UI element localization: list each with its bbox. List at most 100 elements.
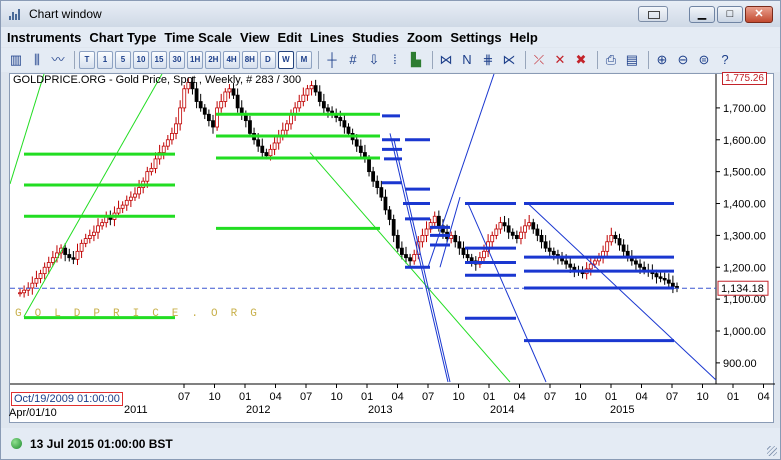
status-timestamp: 13 Jul 2015 01:00:00 BST	[30, 436, 173, 451]
timeframe-5-button[interactable]: 5	[115, 51, 131, 69]
menu-time-scale[interactable]: Time Scale	[164, 30, 232, 45]
candle-body	[494, 228, 499, 236]
fibonacci-icon[interactable]: ⁞	[386, 51, 404, 69]
candle-body	[519, 231, 523, 239]
channel-tool-icon[interactable]: N	[458, 51, 476, 69]
delete-all-icon[interactable]: ✖	[572, 51, 590, 69]
x-year-label: 2012	[246, 404, 270, 416]
candle-body	[260, 145, 265, 153]
crosshair-icon[interactable]: ┼	[323, 51, 341, 69]
candle-body	[75, 250, 80, 260]
candle-body	[379, 187, 384, 198]
x-tick-label: 01	[361, 391, 373, 403]
timeframe-15-button[interactable]: 15	[151, 51, 167, 69]
green-trend-line	[10, 74, 45, 185]
help-icon[interactable]: ?	[716, 51, 734, 69]
cursor-date-label: Oct/19/2009 01:00:00	[11, 392, 123, 406]
close-button[interactable]: ✕	[745, 6, 773, 23]
menu-view[interactable]: View	[240, 30, 269, 45]
resize-grip-icon[interactable]	[767, 446, 777, 456]
print-preview-icon[interactable]: ▤	[623, 51, 641, 69]
menu-zoom[interactable]: Zoom	[407, 30, 442, 45]
delete-icon[interactable]: ✕	[551, 51, 569, 69]
menu-settings[interactable]: Settings	[450, 30, 501, 45]
timeframe-d-button[interactable]: D	[259, 51, 276, 69]
candle-body	[338, 117, 343, 122]
zoom-in-icon[interactable]: ⊕	[653, 51, 671, 69]
candle-body	[662, 278, 667, 281]
bar-chart-icon[interactable]: ⫼	[28, 51, 46, 69]
candle-body	[133, 193, 137, 198]
candle-body	[305, 88, 310, 96]
candle-body	[96, 225, 100, 233]
candle-body	[215, 107, 220, 128]
candle-body	[206, 113, 211, 122]
candle-body	[219, 101, 224, 109]
minimize-button[interactable]: ▁	[689, 6, 715, 23]
candle-body	[457, 241, 462, 249]
green-trend-line	[23, 74, 163, 317]
candle-body	[634, 260, 638, 265]
timeframe-1h-button[interactable]: 1H	[187, 51, 204, 69]
x-tick-label: 01	[605, 391, 617, 403]
zoom-out-icon[interactable]: ⊖	[674, 51, 692, 69]
candle-body	[395, 234, 400, 249]
candle-body	[391, 219, 396, 236]
candle-body	[539, 234, 544, 243]
candle-body	[170, 133, 174, 141]
candle-body	[46, 262, 51, 268]
volume-bars-icon[interactable]: ▙	[407, 51, 425, 69]
candle-body	[375, 180, 380, 188]
timeframe-30-button[interactable]: 30	[169, 51, 185, 69]
zoom-reset-icon[interactable]: ⊜	[695, 51, 713, 69]
timeframe-4h-button[interactable]: 4H	[223, 51, 240, 69]
candle-body	[404, 254, 408, 259]
status-online-icon	[11, 438, 22, 449]
menu-chart-type[interactable]: Chart Type	[89, 30, 156, 45]
print-icon[interactable]: ⎙	[602, 51, 620, 69]
candle-body	[301, 94, 306, 102]
candle-body	[42, 266, 47, 275]
delete-line-icon[interactable]: ⤫	[530, 51, 548, 69]
restore-down-icon[interactable]	[638, 6, 668, 22]
candle-body	[272, 142, 277, 150]
blue-trend-line	[527, 203, 717, 381]
timeframe-2h-button[interactable]: 2H	[205, 51, 222, 69]
menu-help[interactable]: Help	[510, 30, 538, 45]
timeframe-8h-button[interactable]: 8H	[241, 51, 258, 69]
trendline-tool-icon[interactable]: ⋈	[437, 51, 455, 69]
timeframe-10-button[interactable]: 10	[133, 51, 149, 69]
candle-body	[551, 250, 556, 255]
arrow-down-icon[interactable]: ⇩	[365, 51, 383, 69]
gann-fan-icon[interactable]: ⋉	[500, 51, 518, 69]
parallel-lines-icon[interactable]: ⋕	[479, 51, 497, 69]
candle-body	[165, 139, 170, 147]
y-tick-label: 1,300.00	[723, 230, 766, 242]
menu-edit[interactable]: Edit	[277, 30, 302, 45]
maximize-button[interactable]: □	[717, 6, 743, 23]
candle-body	[317, 91, 322, 102]
menu-studies[interactable]: Studies	[352, 30, 399, 45]
chart-window: Chart window ▁ □ ✕ Instruments Chart Type…	[0, 0, 781, 460]
candle-body	[617, 238, 622, 246]
toolbar-separator	[317, 51, 319, 69]
candlestick-chart-icon[interactable]: ▥	[7, 51, 25, 69]
menu-lines[interactable]: Lines	[310, 30, 344, 45]
timeframe-t-button[interactable]: T	[79, 51, 95, 69]
grid-icon[interactable]: #	[344, 51, 362, 69]
candle-body	[354, 139, 359, 147]
timeframe-w-button[interactable]: W	[277, 51, 294, 69]
toolbar-separator	[596, 51, 598, 69]
y-tick-label: 1,200.00	[723, 262, 766, 274]
price-chart[interactable]: 1,700.00 1,600.00 1,500.00 1,400.00 1,300.00…	[10, 74, 775, 424]
timeframe-1-button[interactable]: 1	[97, 51, 113, 69]
line-chart-icon[interactable]: 〰	[49, 51, 67, 69]
chart-area[interactable]: 1,700.00 1,600.00 1,500.00 1,400.00 1,300.00…	[9, 72, 775, 424]
timeframe-m-button[interactable]: M	[295, 51, 312, 69]
menu-instruments[interactable]: Instruments	[7, 30, 81, 45]
candle-body	[83, 238, 88, 244]
x-year-label: 2015	[610, 404, 634, 416]
candle-body	[321, 101, 326, 109]
candle-body	[149, 168, 154, 173]
candle-body	[174, 123, 178, 134]
